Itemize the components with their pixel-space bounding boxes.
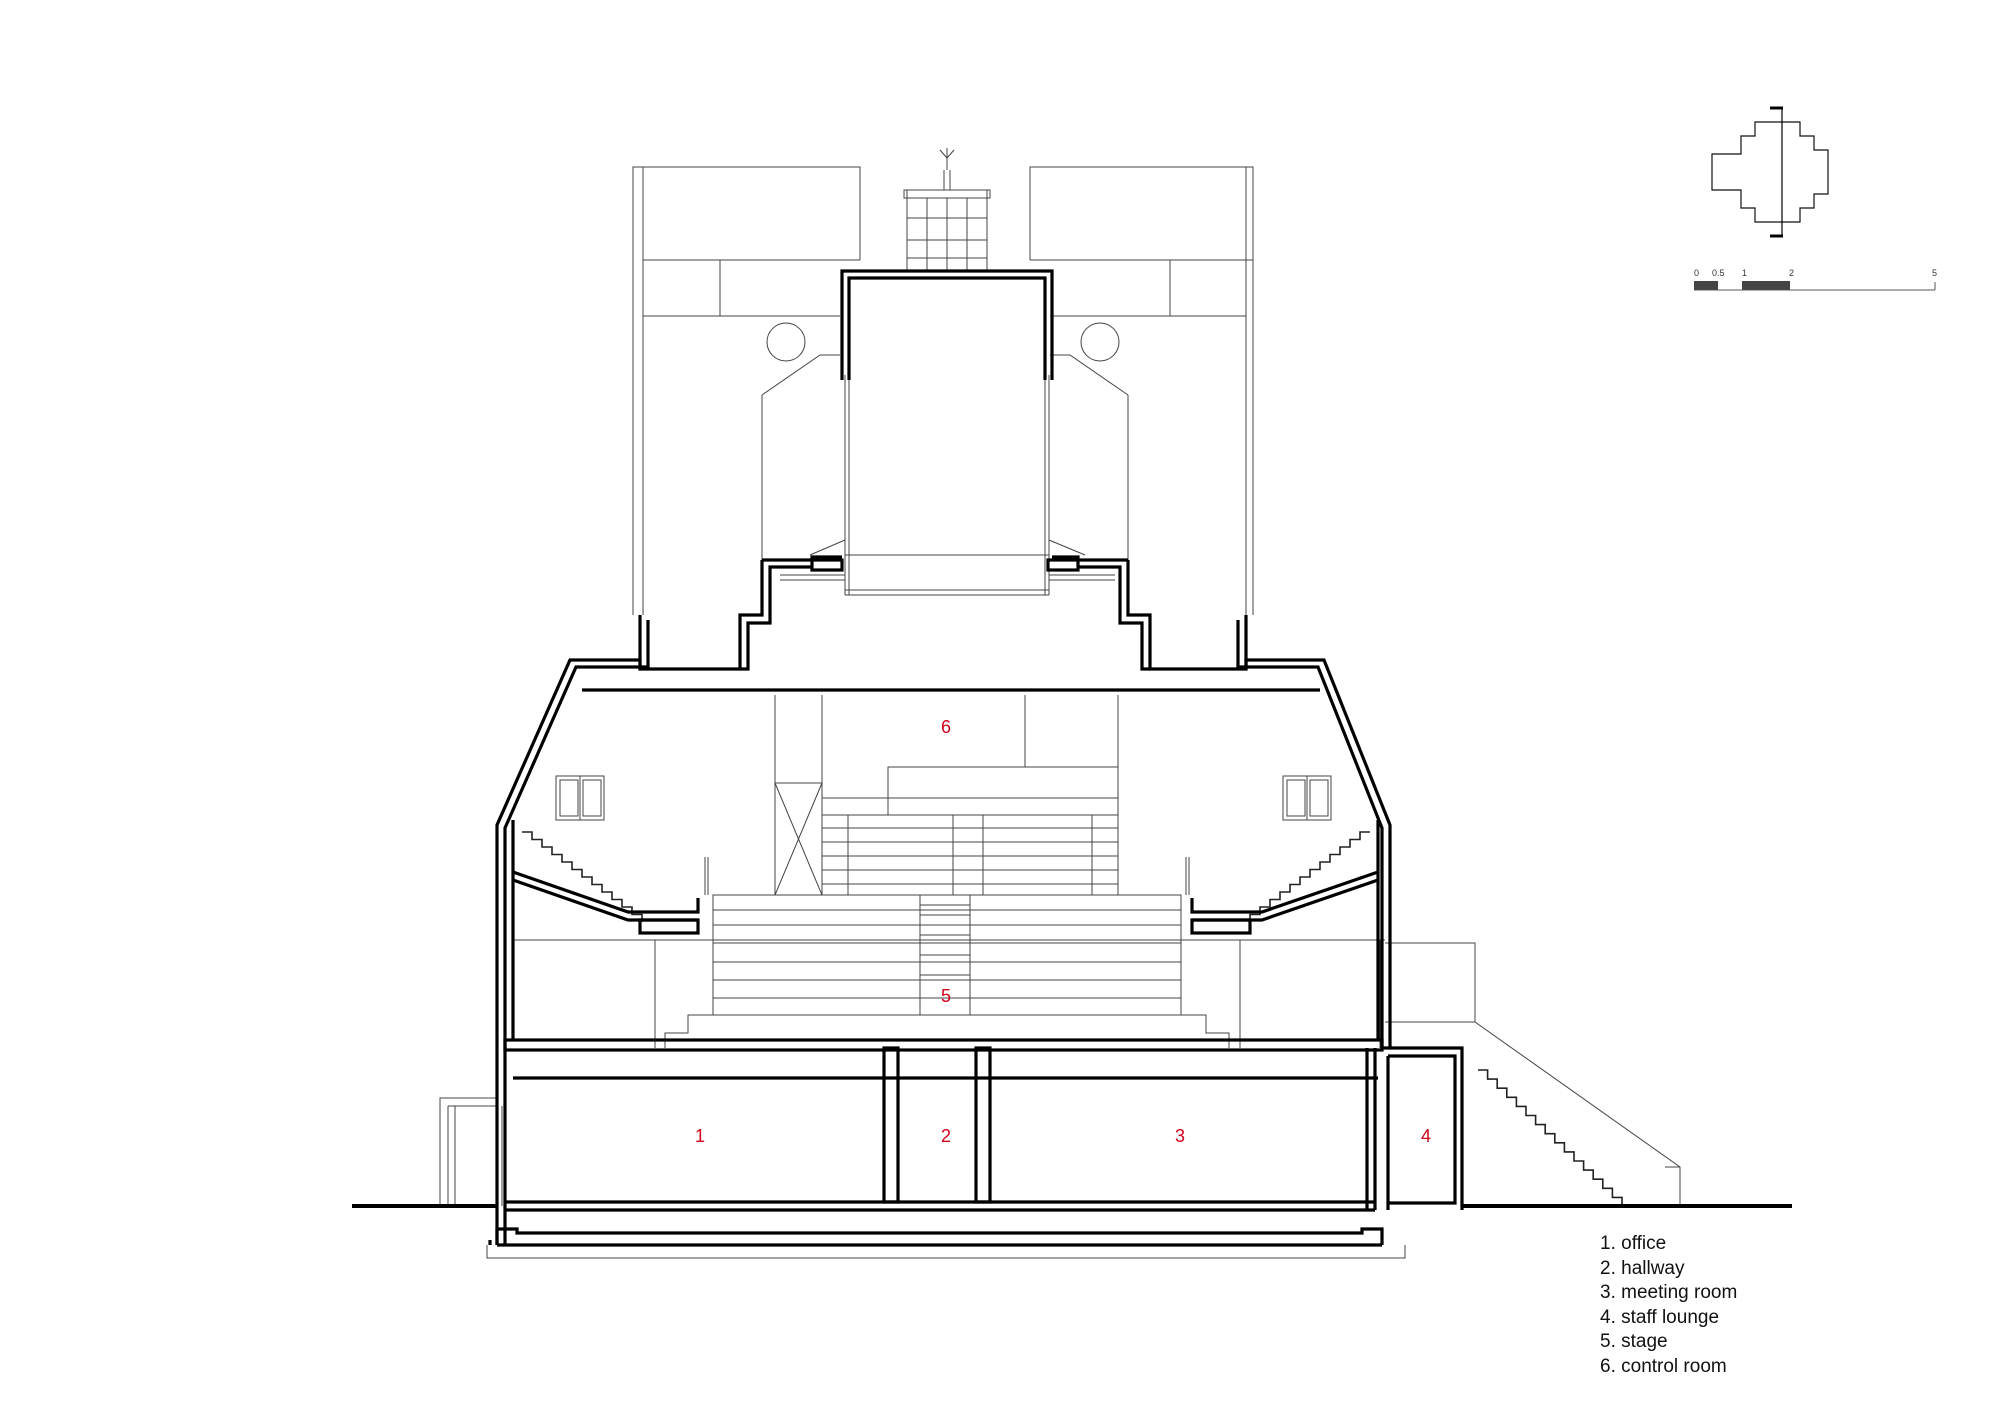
auditorium-elevation	[439, 857, 1681, 1259]
room-label-3: 3	[1175, 1126, 1185, 1146]
section-drawing: 6 5 1 2 3 4 0 0.5 1 2 5	[352, 106, 1937, 1259]
rear-elevation-projection	[632, 148, 1254, 615]
room-label-6: 6	[941, 717, 951, 737]
scale-tick-0: 0	[1694, 268, 1699, 278]
legend-item-stage: 5. stage	[1600, 1331, 1668, 1352]
scale-bar: 0 0.5 1 2 5	[1694, 268, 1937, 291]
key-plan	[1711, 106, 1829, 238]
section-cut-lines	[488, 269, 1464, 1247]
room-label-5: 5	[941, 986, 951, 1006]
scale-tick-2: 2	[1789, 268, 1794, 278]
legend-item-meeting-room: 3. meeting room	[1600, 1282, 1738, 1303]
room-label-2: 2	[941, 1126, 951, 1146]
legend-item-staff-lounge: 4. staff lounge	[1600, 1306, 1720, 1328]
room-label-4: 4	[1421, 1126, 1431, 1146]
legend-item-control-room: 6. control room	[1600, 1355, 1727, 1377]
room-labels: 6 5 1 2 3 4	[695, 717, 1431, 1146]
scale-tick-1: 1	[1742, 268, 1747, 278]
balcony-stairs	[522, 831, 1623, 1207]
stair-left-balcony	[522, 831, 643, 922]
legend-item-hallway: 2. hallway	[1600, 1257, 1685, 1279]
stair-exterior	[1478, 1069, 1623, 1207]
scale-tick-0-5: 0.5	[1712, 268, 1725, 278]
room-label-1: 1	[695, 1126, 705, 1146]
scale-tick-5: 5	[1932, 268, 1937, 278]
legend-item-office: 1. office	[1600, 1233, 1667, 1254]
room-legend: 1. office 2. hallway 3. meeting room 4. …	[1600, 1232, 1737, 1379]
